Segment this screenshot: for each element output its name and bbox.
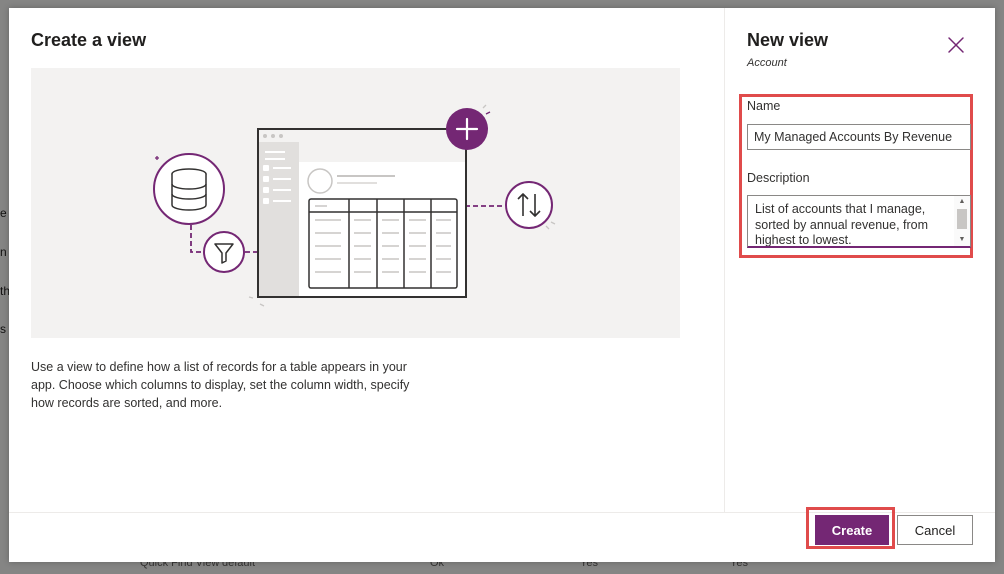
cancel-button[interactable]: Cancel xyxy=(897,515,973,545)
scroll-up-icon[interactable]: ▲ xyxy=(954,196,970,208)
new-view-panel: New view Account Name Description List o… xyxy=(725,8,995,512)
panel-title: New view xyxy=(747,30,829,50)
description-textarea[interactable]: List of accounts that I manage, sorted b… xyxy=(747,195,971,248)
create-button[interactable]: Create xyxy=(815,515,889,545)
database-icon xyxy=(153,153,225,225)
dialog-title: Create a view xyxy=(31,30,147,50)
filter-icon xyxy=(203,231,245,273)
view-description-text: Use a view to define how a list of recor… xyxy=(31,360,410,410)
name-label: Name xyxy=(747,99,781,113)
view-illustration xyxy=(31,68,680,338)
description-scrollbar[interactable]: ▲ ▼ xyxy=(954,196,970,246)
panel-subtitle: Account xyxy=(747,57,787,69)
create-view-dialog: Create a view Use a view to define how a… xyxy=(9,8,995,562)
scroll-down-icon[interactable]: ▼ xyxy=(954,234,970,246)
plus-icon xyxy=(446,108,488,150)
info-pane: Create a view Use a view to define how a… xyxy=(9,8,724,512)
app-window-icon xyxy=(257,128,467,298)
sort-icon xyxy=(505,181,553,229)
name-input[interactable] xyxy=(747,124,971,150)
scroll-thumb[interactable] xyxy=(957,209,967,229)
description-label: Description xyxy=(747,171,810,185)
close-icon[interactable] xyxy=(945,34,967,56)
description-value: List of accounts that I manage, sorted b… xyxy=(755,202,929,247)
